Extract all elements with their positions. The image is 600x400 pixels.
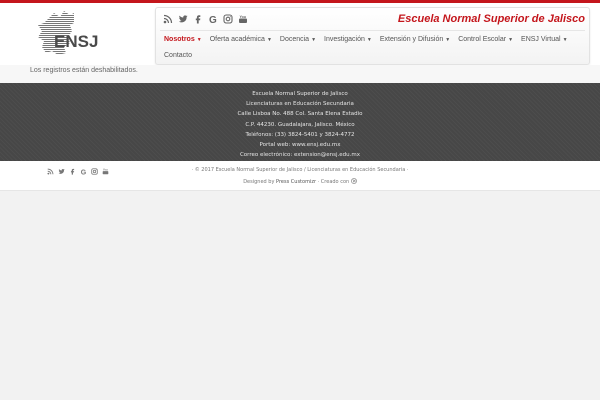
twitter-icon[interactable] xyxy=(177,13,188,24)
menu-item-investigacion[interactable]: Investigación ▼ xyxy=(320,32,376,48)
menu-label: Investigación xyxy=(324,36,365,43)
footer-line-city: C.P. 44230. Guadalajara, Jalisco. México xyxy=(245,121,355,128)
designed-by-label: Designed by xyxy=(243,179,275,185)
svg-text:W: W xyxy=(352,179,356,183)
site-title[interactable]: Escuela Normal Superior de Jalisco xyxy=(398,13,585,25)
footer-line-program: Licenciaturas en Educación Secundaria xyxy=(246,101,354,108)
site-header: ENSJ G You Escuela Normal Superior de Ja… xyxy=(0,3,600,65)
footer-line-website[interactable]: Portal web: www.ensj.edu.mx xyxy=(0,140,600,150)
menu-item-nosotros[interactable]: Nosotros ▼ xyxy=(160,32,206,48)
logo-text: ENSJ xyxy=(54,32,98,51)
menu-label: Docencia xyxy=(279,36,310,43)
footer-line-school: Escuela Normal Superior de Jalisco xyxy=(252,91,348,97)
instagram-icon[interactable] xyxy=(222,13,233,24)
svg-text:G: G xyxy=(209,15,217,24)
menu-item-docencia[interactable]: Docencia ▼ xyxy=(276,32,320,48)
youtube-icon[interactable]: You xyxy=(237,13,248,24)
footer-widget-area: Escuela Normal Superior de Jalisco Licen… xyxy=(0,83,600,161)
menu-item-extension-difusion[interactable]: Extensión y Difusión ▼ xyxy=(376,32,454,48)
menu-item-oferta-academica[interactable]: Oferta académica ▼ xyxy=(206,32,276,48)
menu-divider xyxy=(160,30,585,31)
site-logo[interactable]: ENSJ xyxy=(34,9,106,59)
menu-label: Oferta académica xyxy=(209,36,265,43)
wordpress-icon[interactable]: W xyxy=(350,178,357,185)
menu-label: Nosotros xyxy=(164,36,195,43)
menu-label: Control Escolar xyxy=(458,36,507,43)
footer-line-email[interactable]: Correo electrónico: extension@ensj.edu.m… xyxy=(0,150,600,160)
facebook-icon[interactable] xyxy=(192,13,203,24)
menu-label: Extensión y Difusión xyxy=(379,36,444,43)
main-content: Los registros están deshabilitados. xyxy=(0,65,600,84)
menu-item-ensj-virtual[interactable]: ENSJ Virtual ▼ xyxy=(517,32,572,48)
created-with-label: · Creado con xyxy=(317,179,350,185)
colophon: G You · © 2017 Escuela Normal Superior d… xyxy=(0,161,600,191)
footer-line-street: Calle Lisboa No. 488 Col. Santa Elena Es… xyxy=(237,111,363,118)
navigation-box: G You Escuela Normal Superior de Jalisco… xyxy=(155,7,590,65)
main-menu: Nosotros ▼ Oferta académica ▼ Docencia ▼ In… xyxy=(160,32,585,64)
svg-text:You: You xyxy=(239,14,246,18)
social-links-top: G You xyxy=(162,13,248,24)
footer-line-phones: Teléfonos: (33) 3824-5401 y 3824-4772 xyxy=(245,131,355,138)
rss-icon[interactable] xyxy=(162,13,173,24)
registration-disabled-message: Los registros están deshabilitados. xyxy=(30,67,138,74)
copyright-text: · © 2017 Escuela Normal Superior de Jali… xyxy=(191,167,409,173)
menu-label: Contacto xyxy=(164,52,193,59)
menu-label: ENSJ Virtual xyxy=(521,36,561,43)
google-icon[interactable]: G xyxy=(207,13,218,24)
press-customizr-link[interactable]: Press Customizr xyxy=(276,179,316,185)
footer-address: Escuela Normal Superior de Jalisco Licen… xyxy=(0,89,600,160)
menu-item-control-escolar[interactable]: Control Escolar ▼ xyxy=(454,32,517,48)
menu-item-contacto[interactable]: Contacto xyxy=(160,48,196,64)
credits: Designed by Press Customizr · Creado con… xyxy=(0,178,600,185)
